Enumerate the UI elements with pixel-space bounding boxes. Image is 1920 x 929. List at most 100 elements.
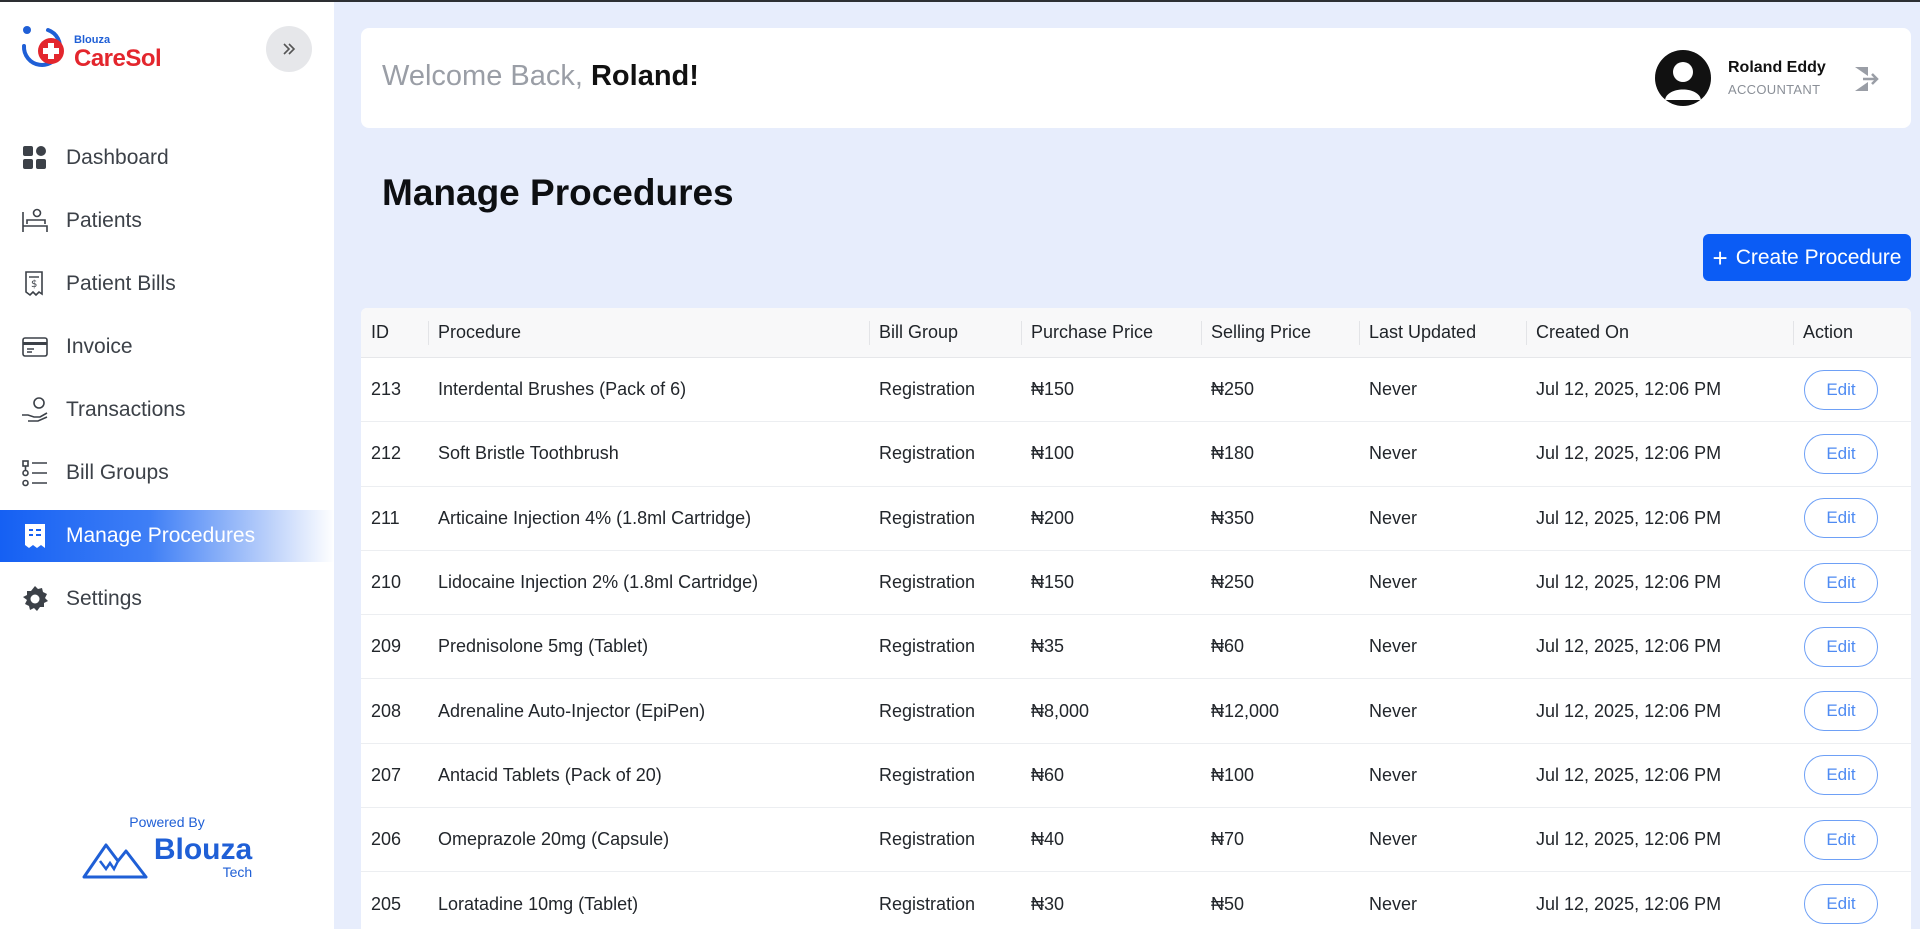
table-row: 211 Articaine Injection 4% (1.8ml Cartri… <box>361 487 1911 551</box>
cell-id: 213 <box>371 379 402 400</box>
cell-purchase-price: ₦100 <box>1031 443 1075 464</box>
cell-selling-price: ₦180 <box>1211 443 1255 464</box>
welcome-message: Welcome Back, Roland! <box>382 60 699 93</box>
table-row: 210 Lidocaine Injection 2% (1.8ml Cartri… <box>361 551 1911 616</box>
sidebar-item-patients[interactable]: Patients <box>0 195 334 247</box>
table-row: 206 Omeprazole 20mg (Capsule) Registrati… <box>361 808 1911 873</box>
procedures-receipt-icon <box>20 521 50 551</box>
cell-last-updated: Never <box>1369 507 1418 528</box>
cell-action: Edit <box>1793 433 1911 474</box>
create-procedure-label: Create Procedure <box>1735 245 1902 269</box>
table-row: 205 Loratadine 10mg (Tablet) Registratio… <box>361 872 1911 929</box>
svg-text:$: $ <box>31 279 37 290</box>
edit-button[interactable]: Edit <box>1804 819 1878 860</box>
edit-button[interactable]: Edit <box>1804 884 1878 925</box>
cell-purchase-price: ₦150 <box>1031 379 1075 400</box>
edit-button[interactable]: Edit <box>1804 562 1878 603</box>
sidebar-item-dashboard[interactable]: Dashboard <box>0 132 334 184</box>
edit-button[interactable]: Edit <box>1804 369 1878 410</box>
cell-id: 211 <box>371 507 400 528</box>
column-header-created-on[interactable]: Created On <box>1526 308 1793 358</box>
cell-selling-price: ₦12,000 <box>1211 700 1280 721</box>
cell-last-updated: Never <box>1369 893 1418 914</box>
cell-last-updated: Never <box>1369 764 1418 785</box>
cell-bill-group: Registration <box>879 572 976 593</box>
create-procedure-button[interactable]: + Create Procedure <box>1703 234 1911 281</box>
cell-purchase-price: ₦200 <box>1031 507 1075 528</box>
cell-selling-price: ₦250 <box>1211 379 1255 400</box>
gear-icon <box>20 584 50 614</box>
column-header-selling-price[interactable]: Selling Price <box>1201 308 1359 358</box>
cell-bill-group: Registration <box>879 443 976 464</box>
logout-icon <box>1855 67 1879 91</box>
powered-by: Powered By Blouza Tech <box>0 814 334 880</box>
edit-button[interactable]: Edit <box>1804 498 1878 539</box>
sidebar-item-patient-bills[interactable]: $ Patient Bills <box>0 258 334 310</box>
cell-procedure: Prednisolone 5mg (Tablet) <box>438 636 649 657</box>
table-row: 212 Soft Bristle Toothbrush Registration… <box>361 422 1911 487</box>
edit-button[interactable]: Edit <box>1804 691 1878 732</box>
cell-last-updated: Never <box>1369 379 1418 400</box>
cell-id: 212 <box>371 443 402 464</box>
table-row: 209 Prednisolone 5mg (Tablet) Registrati… <box>361 615 1911 680</box>
column-header-id[interactable]: ID <box>361 308 428 358</box>
column-header-purchase-price[interactable]: Purchase Price <box>1021 308 1201 358</box>
sidebar-item-settings[interactable]: Settings <box>0 573 334 625</box>
window-top-border <box>0 0 1920 2</box>
brand-logo[interactable]: Blouza CareSol <box>18 24 162 74</box>
cell-procedure: Articaine Injection 4% (1.8ml Cartridge) <box>438 507 752 528</box>
cell-bill-group: Registration <box>879 700 976 721</box>
cell-action: Edit <box>1793 626 1911 667</box>
sidebar-nav: Dashboard Patients $ Patient Bills Invoi… <box>0 132 334 636</box>
cell-purchase-price: ₦150 <box>1031 572 1075 593</box>
cell-created-on: Jul 12, 2025, 12:06 PM <box>1536 893 1722 914</box>
sidebar-toggle-button[interactable] <box>266 26 312 72</box>
sidebar-item-transactions[interactable]: Transactions <box>0 384 334 436</box>
page-title: Manage Procedures <box>382 172 734 213</box>
cell-bill-group: Registration <box>879 893 976 914</box>
powered-by-label: Powered By <box>129 814 205 830</box>
cell-procedure: Adrenaline Auto-Injector (EpiPen) <box>438 700 706 721</box>
cell-action: Edit <box>1793 691 1911 732</box>
cell-selling-price: ₦350 <box>1211 507 1255 528</box>
cell-procedure: Soft Bristle Toothbrush <box>438 443 619 464</box>
cell-last-updated: Never <box>1369 572 1418 593</box>
cell-action: Edit <box>1793 819 1911 860</box>
sidebar-item-label: Bill Groups <box>66 461 169 484</box>
cell-created-on: Jul 12, 2025, 12:06 PM <box>1536 764 1722 785</box>
table-row: 208 Adrenaline Auto-Injector (EpiPen) Re… <box>361 679 1911 744</box>
welcome-prefix: Welcome Back, <box>382 60 591 92</box>
sidebar-item-invoice[interactable]: Invoice <box>0 321 334 373</box>
table-row: 207 Antacid Tablets (Pack of 20) Registr… <box>361 744 1911 809</box>
cell-procedure: Loratadine 10mg (Tablet) <box>438 893 639 914</box>
cell-bill-group: Registration <box>879 764 976 785</box>
cell-selling-price: ₦70 <box>1211 829 1245 850</box>
user-name: Roland Eddy <box>1728 59 1826 76</box>
cell-procedure: Lidocaine Injection 2% (1.8ml Cartridge) <box>438 572 759 593</box>
edit-button[interactable]: Edit <box>1804 626 1878 667</box>
cell-selling-price: ₦250 <box>1211 572 1255 593</box>
column-header-last-updated[interactable]: Last Updated <box>1359 308 1526 358</box>
column-header-procedure[interactable]: Procedure <box>428 308 869 358</box>
logout-button[interactable] <box>1851 64 1881 94</box>
footer-brand-sub: Tech <box>222 864 253 880</box>
edit-button[interactable]: Edit <box>1804 755 1878 796</box>
cell-bill-group: Registration <box>879 379 976 400</box>
cell-id: 206 <box>371 829 402 850</box>
sidebar-item-bill-groups[interactable]: Bill Groups <box>0 447 334 499</box>
avatar[interactable] <box>1655 50 1711 106</box>
sidebar-item-label: Invoice <box>66 335 133 358</box>
bill-groups-list-icon <box>20 458 50 488</box>
footer-brand-name: Blouza <box>153 833 253 866</box>
cell-created-on: Jul 12, 2025, 12:06 PM <box>1536 636 1722 657</box>
cell-id: 205 <box>371 893 402 914</box>
cell-bill-group: Registration <box>879 829 976 850</box>
cell-id: 210 <box>371 572 402 593</box>
patients-bed-icon <box>20 206 50 236</box>
cell-purchase-price: ₦35 <box>1031 636 1065 657</box>
sidebar-item-manage-procedures[interactable]: Manage Procedures <box>0 510 334 562</box>
welcome-name: Roland! <box>590 60 699 92</box>
column-header-bill-group[interactable]: Bill Group <box>869 308 1021 358</box>
edit-button[interactable]: Edit <box>1804 433 1878 474</box>
sidebar-item-label: Manage Procedures <box>66 524 256 547</box>
